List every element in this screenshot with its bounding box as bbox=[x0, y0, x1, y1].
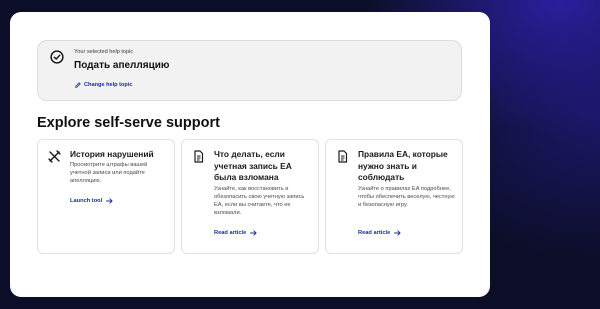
launch-tool-label: Launch tool bbox=[70, 198, 103, 204]
launch-tool-link[interactable]: Launch tool bbox=[70, 198, 113, 204]
card-hacked-account[interactable]: Что делать, если учетная запись EA была … bbox=[181, 139, 319, 254]
card-title: История нарушений bbox=[70, 149, 154, 159]
check-circle-icon bbox=[50, 50, 64, 64]
selected-topic-title: Подать апелляцию bbox=[74, 60, 170, 71]
change-help-topic-label: Change help topic bbox=[84, 82, 133, 88]
arrow-right-icon bbox=[394, 230, 401, 236]
arrow-right-icon bbox=[106, 198, 113, 204]
section-heading: Explore self-serve support bbox=[37, 115, 220, 131]
change-help-topic-link[interactable]: Change help topic bbox=[75, 82, 132, 88]
card-title: Правила EA, которые нужно знать и соблюд… bbox=[358, 149, 448, 182]
card-description: Узнайте о правилах EA подробнее, чтобы о… bbox=[358, 186, 455, 208]
selected-topic-caption: Your selected help topic bbox=[74, 49, 134, 55]
document-icon bbox=[194, 150, 204, 163]
document-icon bbox=[338, 150, 348, 163]
arrow-right-icon bbox=[250, 230, 257, 236]
tools-icon bbox=[48, 150, 61, 163]
read-article-label: Read article bbox=[358, 230, 391, 236]
read-article-label: Read article bbox=[214, 230, 247, 236]
support-panel: Your selected help topic Подать апелляци… bbox=[10, 12, 490, 297]
card-ea-rules[interactable]: Правила EA, которые нужно знать и соблюд… bbox=[325, 139, 463, 254]
selected-topic-box: Your selected help topic Подать апелляци… bbox=[37, 40, 462, 101]
read-article-link[interactable]: Read article bbox=[358, 230, 401, 236]
pencil-icon bbox=[75, 82, 81, 88]
card-description: Узнайте, как восстановить и обезопасить … bbox=[214, 186, 305, 216]
card-violation-history[interactable]: История нарушений Просмотрите штрафы ваш… bbox=[37, 139, 175, 254]
read-article-link[interactable]: Read article bbox=[214, 230, 257, 236]
card-description: Просмотрите штрафы вашей учетной записи … bbox=[70, 162, 148, 184]
card-title: Что делать, если учетная запись EA была … bbox=[214, 149, 292, 182]
